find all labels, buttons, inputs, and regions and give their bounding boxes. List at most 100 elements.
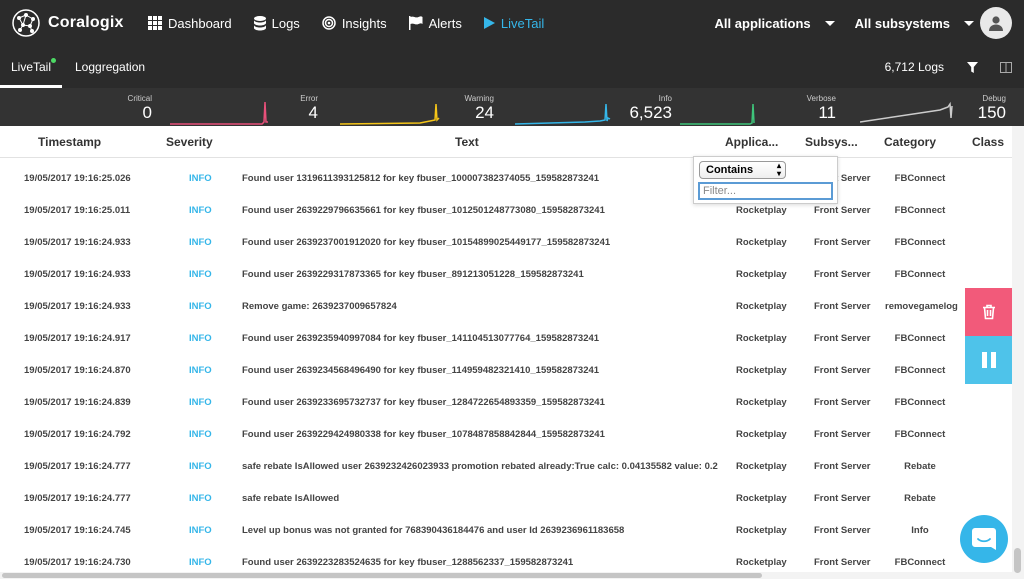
grid-icon [148,16,162,30]
filter-icon[interactable] [967,60,978,78]
cell-application: Rocketplay [736,237,787,248]
cell-text: Remove game: 2639237009657824 [242,301,397,312]
tab-loggregation-label: Loggregation [75,60,146,74]
cell-category: FBConnect [894,205,946,216]
stat-info-label: Info [658,94,672,103]
cell-category: Rebate [904,493,936,504]
filter-operator-select[interactable]: Contains ▴ ▾ [699,161,786,179]
table-row[interactable]: 19/05/2017 19:16:24.933 INFO Remove game: … [0,291,1012,323]
tab-loggregation[interactable]: Loggregation [75,46,145,88]
table-row[interactable]: 19/05/2017 19:16:24.839 INFO Found user 26… [0,387,1012,419]
cell-subsystem: Front Server [814,237,871,248]
cell-severity: INFO [189,493,212,504]
cell-subsystem: Front Server [814,429,871,440]
nav-livetail[interactable]: LiveTail [483,16,544,31]
table-row[interactable]: 19/05/2017 19:16:24.777 INFO safe rebate I… [0,483,1012,515]
cell-subsystem: Front Server [814,269,871,280]
table-row[interactable]: 19/05/2017 19:16:24.933 INFO Found user 26… [0,259,1012,291]
cell-subsystem: Front Server [814,397,871,408]
pause-icon [981,352,996,368]
user-avatar[interactable] [980,7,1012,39]
cell-category: FBConnect [894,365,946,376]
cell-text: Found user 2639229424980338 for key fbus… [242,429,605,440]
stat-critical[interactable]: Critical 0 [60,88,152,126]
stat-verbose-label: Verbose [806,94,836,103]
table-header: Timestamp Severity Text Applica... Subsy… [0,126,1012,158]
subsystems-dropdown[interactable]: All subsystems [855,16,974,31]
col-category[interactable]: Category [884,126,936,158]
stat-debug[interactable]: Debug 150 [940,88,1006,126]
database-icon [253,15,266,30]
cell-severity: INFO [189,397,212,408]
table-row[interactable]: 19/05/2017 19:16:25.011 INFO Found user 26… [0,195,1012,227]
cell-application: Rocketplay [736,365,787,376]
stat-info[interactable]: Info 6,523 [610,88,672,126]
cell-subsystem: Front Server [814,365,871,376]
table-row[interactable]: 19/05/2017 19:16:24.745 INFO Level up bonu… [0,515,1012,547]
cell-category: FBConnect [894,237,946,248]
target-icon [322,16,336,30]
stat-verbose[interactable]: Verbose 11 [770,88,836,126]
cell-severity: INFO [189,237,212,248]
cell-application: Rocketplay [736,525,787,536]
nav-insights[interactable]: Insights [322,16,387,31]
table-row[interactable]: 19/05/2017 19:16:25.026 INFO Found user 13… [0,163,1012,195]
nav-dashboard[interactable]: Dashboard [148,16,232,31]
clear-logs-button[interactable] [965,288,1012,336]
cell-category: Info [911,525,929,536]
applications-dropdown[interactable]: All applications [715,16,835,31]
cell-timestamp: 19/05/2017 19:16:24.933 [24,301,131,312]
cell-text: Found user 2639229796635661 for key fbus… [242,205,605,216]
cell-category: FBConnect [894,429,946,440]
col-subsystem[interactable]: Subsys... [805,126,858,158]
severity-stats-bar: Critical 0 Error 4 Warning 24 Info 6,523… [0,88,1024,126]
vertical-scrollbar[interactable] [1012,126,1024,579]
vertical-scroll-thumb[interactable] [1014,548,1021,573]
stat-error[interactable]: Error 4 [262,88,318,126]
cell-severity: INFO [189,205,212,216]
logo-text: Coralogix [48,14,124,31]
tab-livetail[interactable]: LiveTail [0,46,62,88]
nav-alerts[interactable]: Alerts [408,16,462,31]
cell-text: safe rebate IsAllowed user 2639232426023… [242,461,718,472]
col-text[interactable]: Text [455,126,479,158]
cell-severity: INFO [189,429,212,440]
cell-category: FBConnect [894,173,946,184]
cell-timestamp: 19/05/2017 19:16:24.777 [24,461,131,472]
stat-verbose-value: 11 [818,103,836,122]
cell-application: Rocketplay [736,429,787,440]
support-chat-button[interactable] [960,515,1008,563]
cell-text: Found user 2639234568496490 for key fbus… [242,365,600,376]
filter-input[interactable]: Filter... [698,182,833,200]
cell-severity: INFO [189,173,212,184]
horizontal-scrollbar[interactable] [0,572,1012,579]
cell-application: Rocketplay [736,333,787,344]
table-row[interactable]: 19/05/2017 19:16:24.777 INFO safe rebate I… [0,451,1012,483]
col-timestamp[interactable]: Timestamp [38,126,101,158]
cell-category: FBConnect [894,333,946,344]
horizontal-scroll-thumb[interactable] [2,573,762,578]
table-row[interactable]: 19/05/2017 19:16:24.917 INFO Found user 26… [0,323,1012,355]
table-row[interactable]: 19/05/2017 19:16:24.870 INFO Found user 26… [0,355,1012,387]
logo[interactable]: Coralogix [10,6,124,40]
stat-error-label: Error [300,94,318,103]
filter-input-placeholder: Filter... [703,185,737,197]
tab-livetail-label: LiveTail [10,60,52,74]
cell-category: Rebate [904,461,936,472]
cell-application: Rocketplay [736,461,787,472]
cell-text: Found user 2639235940997084 for key fbus… [242,333,600,344]
main-nav: Dashboard Logs Insights Alerts LiveTail [148,0,566,46]
col-severity[interactable]: Severity [166,126,213,158]
table-row[interactable]: 19/05/2017 19:16:24.792 INFO Found user 26… [0,419,1012,451]
table-row[interactable]: 19/05/2017 19:16:24.933 INFO Found user 26… [0,227,1012,259]
nav-logs[interactable]: Logs [253,15,300,31]
stat-critical-value: 0 [142,103,152,122]
column-panel-icon[interactable] [1000,60,1012,78]
pause-button[interactable] [965,336,1012,384]
cell-timestamp: 19/05/2017 19:16:24.933 [24,269,131,280]
col-class[interactable]: Class [972,126,1004,158]
cell-timestamp: 19/05/2017 19:16:24.792 [24,429,131,440]
col-application[interactable]: Applica... [725,126,778,158]
stat-warning[interactable]: Warning 24 [430,88,495,126]
subsystems-dropdown-label: All subsystems [854,15,950,31]
